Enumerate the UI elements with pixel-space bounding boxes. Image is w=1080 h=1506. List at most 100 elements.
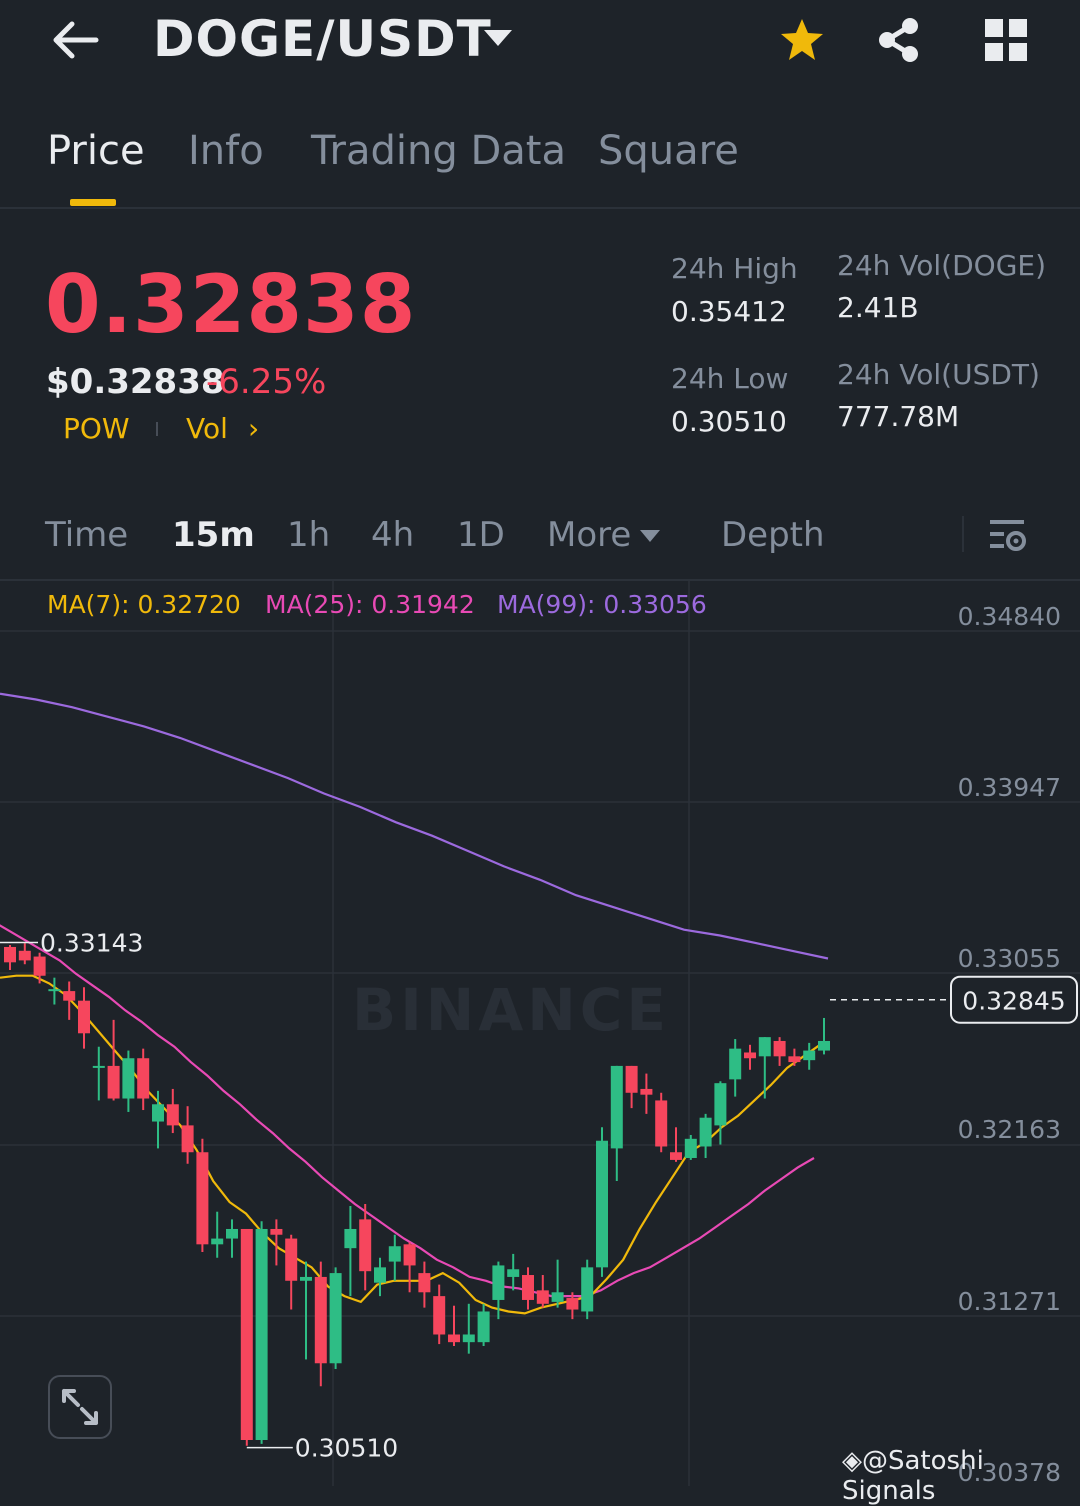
y-axis-tick-label: 0.31271 — [958, 1287, 1061, 1316]
ma99-label: MA(99): 0.33056 — [497, 590, 707, 619]
tab-square[interactable]: Square — [598, 128, 739, 174]
candle-down — [744, 1052, 756, 1059]
candle-up — [211, 1238, 224, 1245]
candle-up — [92, 1065, 105, 1068]
tab-info[interactable]: Info — [188, 128, 264, 174]
candle-up — [581, 1267, 594, 1312]
back-button[interactable] — [50, 18, 102, 62]
candle-up — [610, 1065, 623, 1149]
tab-price[interactable]: Price — [47, 128, 145, 174]
active-tab-indicator — [70, 199, 116, 206]
candle-up — [492, 1265, 505, 1300]
divider — [0, 207, 1080, 209]
interval-15m[interactable]: 15m — [172, 515, 255, 555]
favorite-button[interactable] — [778, 16, 826, 64]
candle-up — [344, 1228, 357, 1249]
ma25-line — [0, 924, 815, 1298]
candle-down — [137, 1058, 150, 1099]
y-axis-tick-label: 0.33947 — [958, 773, 1061, 802]
high-24h-value: 0.35412 — [671, 295, 787, 328]
ma25-label: MA(25): 0.31942 — [265, 590, 475, 619]
price-chart[interactable]: 0.348400.339470.330550.321630.312710.303… — [0, 581, 1080, 1486]
candle-down — [181, 1125, 194, 1153]
chart-settings-icon — [990, 520, 1026, 551]
current-price-label: 0.32845 — [962, 987, 1065, 1016]
vol-usdt-label: 24h Vol(USDT) — [837, 358, 1040, 391]
candle-down — [18, 950, 31, 961]
price-change-percent: -6.25% — [206, 362, 327, 402]
candle-up — [329, 1273, 342, 1364]
tab-trading-data[interactable]: Trading Data — [311, 128, 566, 174]
candle-down — [240, 1228, 253, 1441]
candle-up — [699, 1117, 712, 1147]
interval-more[interactable]: More — [547, 515, 631, 555]
depth-tab[interactable]: Depth — [721, 515, 825, 555]
candle-up — [255, 1228, 268, 1441]
candle-down — [107, 1065, 120, 1099]
pair-title[interactable]: DOGE/USDT — [153, 10, 492, 68]
period-low-label: 0.30510 — [295, 1434, 398, 1463]
candle-up — [462, 1334, 475, 1343]
candle-down — [655, 1100, 668, 1147]
divider — [962, 516, 964, 552]
candle-down — [448, 1334, 460, 1343]
candle-down — [536, 1290, 549, 1304]
candle-up — [818, 1040, 830, 1051]
watermark-credit: ◈@Satoshi Signals — [842, 1446, 984, 1506]
last-price: 0.32838 — [45, 258, 417, 351]
candle-down — [640, 1088, 653, 1095]
y-axis-tick-label: 0.32163 — [958, 1115, 1061, 1144]
grid-menu-button[interactable] — [984, 18, 1028, 62]
candle-down — [433, 1296, 446, 1335]
back-arrow-icon — [53, 21, 99, 59]
candle-down — [418, 1273, 431, 1293]
low-24h-label: 24h Low — [671, 362, 789, 395]
fullscreen-button[interactable] — [48, 1375, 112, 1439]
candle-up — [477, 1311, 490, 1343]
chart-settings-button[interactable] — [988, 516, 1028, 556]
watermark-credit-text: @Satoshi Signals — [842, 1446, 984, 1506]
caret-down-icon[interactable] — [640, 530, 660, 542]
candle-up — [152, 1104, 164, 1122]
candle-up — [803, 1050, 816, 1061]
candle-down — [33, 956, 46, 976]
candle-down — [566, 1298, 579, 1310]
period-high-label: 0.33143 — [40, 929, 143, 958]
candle-down — [63, 991, 76, 1001]
interval-1d[interactable]: 1D — [457, 515, 505, 555]
candle-up — [684, 1138, 697, 1158]
candle-up — [729, 1048, 742, 1080]
interval-1h[interactable]: 1h — [287, 515, 330, 555]
low-24h-value: 0.30510 — [671, 405, 787, 438]
tag-vol[interactable]: Vol — [186, 412, 228, 445]
ma99-line — [0, 692, 829, 960]
candle-up — [374, 1267, 386, 1283]
share-icon — [879, 18, 918, 62]
vol-usdt-value: 777.78M — [837, 400, 960, 433]
share-button[interactable] — [876, 16, 922, 64]
candle-down — [522, 1275, 534, 1300]
tag-pow[interactable]: POW — [63, 412, 130, 445]
interval-4h[interactable]: 4h — [371, 515, 414, 555]
y-axis-tick-label: 0.34840 — [958, 602, 1061, 631]
candle-down — [166, 1104, 179, 1126]
chevron-right-icon[interactable]: › — [248, 412, 259, 445]
vol-doge-label: 24h Vol(DOGE) — [837, 249, 1047, 282]
candle-down — [670, 1152, 682, 1160]
candle-down — [788, 1056, 801, 1063]
vol-doge-value: 2.41B — [837, 291, 919, 324]
grid-icon — [985, 19, 1027, 61]
high-24h-label: 24h High — [671, 252, 798, 285]
star-icon — [781, 19, 823, 60]
candle-down — [285, 1238, 298, 1281]
tag-separator — [156, 422, 158, 436]
candle-down — [773, 1040, 786, 1057]
candle-down — [625, 1065, 638, 1093]
candle-up — [226, 1228, 238, 1239]
ma7-label: MA(7): 0.32720 — [47, 590, 241, 619]
candle-up — [122, 1058, 135, 1099]
candle-down — [403, 1244, 416, 1266]
interval-time[interactable]: Time — [45, 515, 128, 555]
candle-up — [48, 989, 61, 992]
chevron-down-icon[interactable] — [484, 30, 512, 46]
